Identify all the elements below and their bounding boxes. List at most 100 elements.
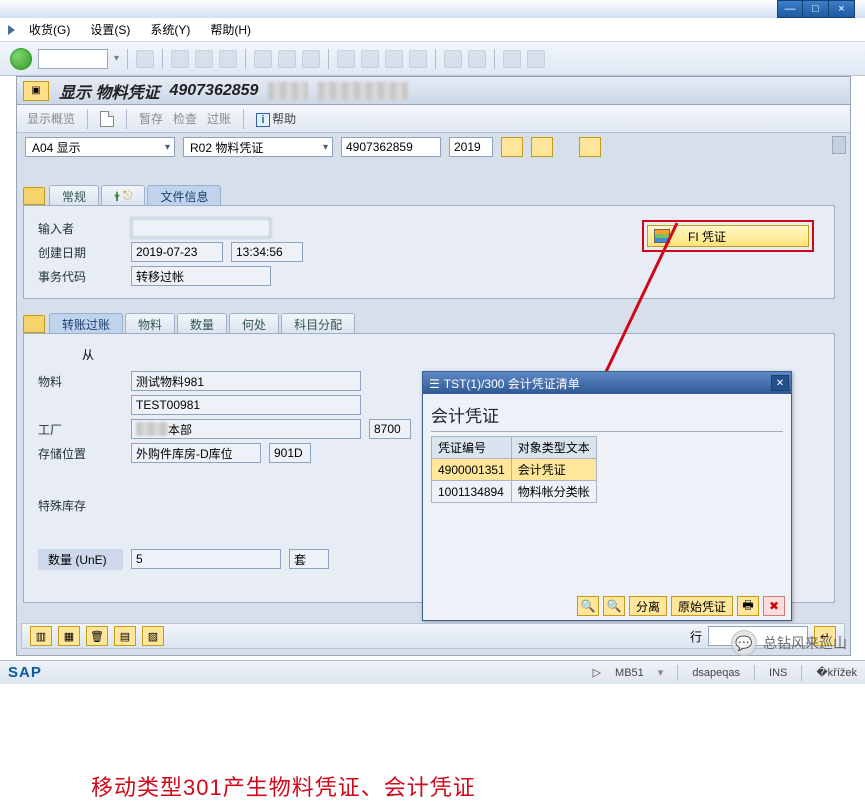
- save-icon[interactable]: [136, 50, 154, 68]
- status-transaction: MB51: [615, 667, 644, 679]
- find-icon[interactable]: [278, 50, 296, 68]
- tab-transfer-posting[interactable]: 转账过账: [49, 313, 123, 333]
- col-object-type[interactable]: 对象类型文本: [511, 437, 596, 459]
- cell-voucher-num: 1001134894: [432, 481, 512, 503]
- bt-icon-2[interactable]: ▦: [58, 626, 80, 646]
- overview-button[interactable]: [579, 137, 601, 157]
- cancel-icon[interactable]: [219, 50, 237, 68]
- selection-row: A04 显示 R02 物料凭证 4907362859 2019: [17, 133, 850, 161]
- print-icon[interactable]: [254, 50, 272, 68]
- window-close-button[interactable]: ×: [829, 0, 855, 18]
- cancel-icon: ✖: [769, 599, 779, 613]
- execute-button[interactable]: [501, 137, 523, 157]
- status-system: dsapeqas: [692, 667, 740, 679]
- popup-print-button[interactable]: 🖶: [737, 596, 759, 616]
- person-icon: 🛉: [114, 191, 120, 202]
- separator: [127, 49, 128, 69]
- popup-title-text: TST(1)/300 会计凭证清单: [444, 377, 580, 391]
- park-button[interactable]: 暂存: [139, 110, 163, 127]
- check-button[interactable]: 检查: [173, 110, 197, 127]
- application-toolbar: 显示概览 暂存 检查 过账 i帮助: [17, 105, 850, 133]
- popup-searchplus-button[interactable]: 🔍: [603, 596, 625, 616]
- material-value: 测试物料981: [131, 371, 361, 391]
- fi-voucher-icon: [654, 229, 670, 243]
- popup-heading: 会计凭证: [431, 402, 783, 432]
- docnum-input[interactable]: 4907362859: [341, 137, 441, 157]
- from-heading: 从: [82, 346, 820, 363]
- command-dropdown-icon[interactable]: ▾: [114, 53, 119, 64]
- show-overview-button[interactable]: 显示概览: [27, 110, 75, 127]
- table-row[interactable]: 1001134894 物料帐分类帐: [432, 481, 597, 503]
- folder-icon[interactable]: [23, 315, 45, 333]
- sloc-label: 存储位置: [38, 445, 123, 462]
- tab-material[interactable]: 物料: [125, 313, 175, 333]
- content-frame: ▣ 显示 物料凭证 4907362859 显示概览 暂存 检查 过账 i帮助 A…: [16, 76, 851, 656]
- status-bar: SAP ▷ MB51 ▾ dsapeqas INS �křížek: [0, 660, 865, 684]
- system-toolbar: ▾: [0, 42, 865, 76]
- bt-icon-4[interactable]: ▤: [114, 626, 136, 646]
- tabstrip-header-1: 常规 🛉⎋ 文件信息: [23, 183, 835, 205]
- created-time-value: 13:34:56: [231, 242, 303, 262]
- new-document-icon[interactable]: [100, 111, 114, 127]
- info-icon: i: [256, 113, 270, 127]
- year-input[interactable]: 2019: [449, 137, 493, 157]
- annotation-text: 移动类型301产生物料凭证、会计凭证: [91, 770, 476, 802]
- new-session-icon[interactable]: [444, 50, 462, 68]
- last-page-icon[interactable]: [409, 50, 427, 68]
- popup-search-button[interactable]: 🔍: [577, 596, 599, 616]
- tab-where[interactable]: 何处: [229, 313, 279, 333]
- qty-label: 数量 (UnE): [38, 549, 123, 570]
- bt-icon-5[interactable]: ▧: [142, 626, 164, 646]
- status-nav-icon[interactable]: ▷: [593, 666, 601, 679]
- popup-detach-button[interactable]: 分离: [629, 596, 667, 616]
- popup-close-button[interactable]: ✕: [771, 375, 789, 391]
- separator: [328, 49, 329, 69]
- popup-cancel-button[interactable]: ✖: [763, 596, 785, 616]
- shortcut-icon[interactable]: [468, 50, 486, 68]
- menu-system[interactable]: 系统(Y): [144, 19, 196, 40]
- title-blur2: [318, 82, 408, 100]
- window-minimize-button[interactable]: —: [777, 0, 803, 18]
- watermark-icon: 💬: [731, 630, 757, 656]
- tab-account-assign[interactable]: 科目分配: [281, 313, 355, 333]
- bt-delete-icon[interactable]: 🗑: [86, 626, 108, 646]
- tab-quantity[interactable]: 数量: [177, 313, 227, 333]
- menu-goods-receipt[interactable]: 收货(G): [23, 19, 76, 40]
- post-button[interactable]: 过账: [207, 110, 231, 127]
- sap-logo: SAP: [8, 664, 42, 681]
- window-maximize-button[interactable]: □: [803, 0, 829, 18]
- status-icon[interactable]: �křížek: [816, 666, 857, 679]
- folder-icon[interactable]: [23, 187, 45, 205]
- tab-general[interactable]: 常规: [49, 185, 99, 205]
- help-button[interactable]: i帮助: [256, 110, 296, 127]
- first-page-icon[interactable]: [337, 50, 355, 68]
- prev-page-icon[interactable]: [361, 50, 379, 68]
- fi-voucher-label: FI 凭证: [688, 228, 726, 245]
- separator: [87, 109, 88, 129]
- header-button[interactable]: [531, 137, 553, 157]
- ok-enter-button[interactable]: [10, 48, 32, 70]
- next-page-icon[interactable]: [385, 50, 403, 68]
- table-row[interactable]: 4900001351 会计凭证: [432, 459, 597, 481]
- find-next-icon[interactable]: [302, 50, 320, 68]
- exit-icon[interactable]: [195, 50, 213, 68]
- tab-person[interactable]: 🛉⎋: [101, 185, 145, 205]
- fi-voucher-button[interactable]: FI 凭证: [647, 225, 809, 247]
- popup-titlebar[interactable]: ☰TST(1)/300 会计凭证清单 ✕: [423, 372, 791, 394]
- col-voucher-num[interactable]: 凭证编号: [432, 437, 512, 459]
- cell-object-type: 会计凭证: [511, 459, 596, 481]
- bt-icon-1[interactable]: ▥: [30, 626, 52, 646]
- popup-original-doc-button[interactable]: 原始凭证: [671, 596, 733, 616]
- layout-icon[interactable]: [527, 50, 545, 68]
- menu-cue-icon[interactable]: [8, 25, 15, 35]
- help-icon[interactable]: [503, 50, 521, 68]
- action-combo[interactable]: A04 显示: [25, 137, 175, 157]
- qty-unit-value: 套: [289, 549, 329, 569]
- back-icon[interactable]: [171, 50, 189, 68]
- scroll-up-button[interactable]: [832, 136, 846, 154]
- tab-docinfo[interactable]: 文件信息: [147, 185, 221, 205]
- menu-settings[interactable]: 设置(S): [84, 19, 136, 40]
- refdoc-combo[interactable]: R02 物料凭证: [183, 137, 333, 157]
- menu-help[interactable]: 帮助(H): [204, 19, 257, 40]
- command-field[interactable]: [38, 49, 108, 69]
